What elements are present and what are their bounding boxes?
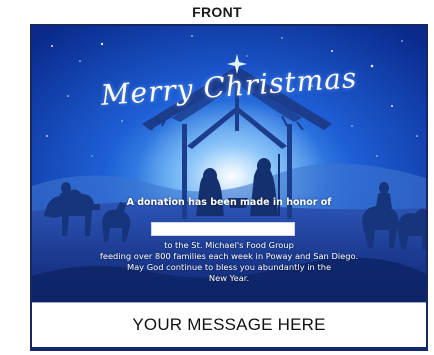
custom-message-field[interactable]: YOUR MESSAGE HERE xyxy=(32,302,426,347)
front-label: FRONT xyxy=(192,4,242,20)
donation-line: A donation has been made in honor of xyxy=(126,197,332,208)
body-line: to the St. Michael's Food Group xyxy=(164,240,294,250)
honoree-name-field[interactable] xyxy=(151,222,295,236)
body-line: May God continue to bless you abundantly… xyxy=(126,262,332,272)
body-line: feeding over 800 families each week in P… xyxy=(99,251,359,261)
custom-message-placeholder: YOUR MESSAGE HERE xyxy=(132,315,326,334)
body-text: to the St. Michael's Food Group feeding … xyxy=(32,240,426,284)
body-line: New Year. xyxy=(208,273,250,283)
christmas-card: Merry Christmas A donation has been made… xyxy=(30,24,428,351)
card-front-page: FRONT Merry Christmas A donation has bee… xyxy=(0,0,434,355)
